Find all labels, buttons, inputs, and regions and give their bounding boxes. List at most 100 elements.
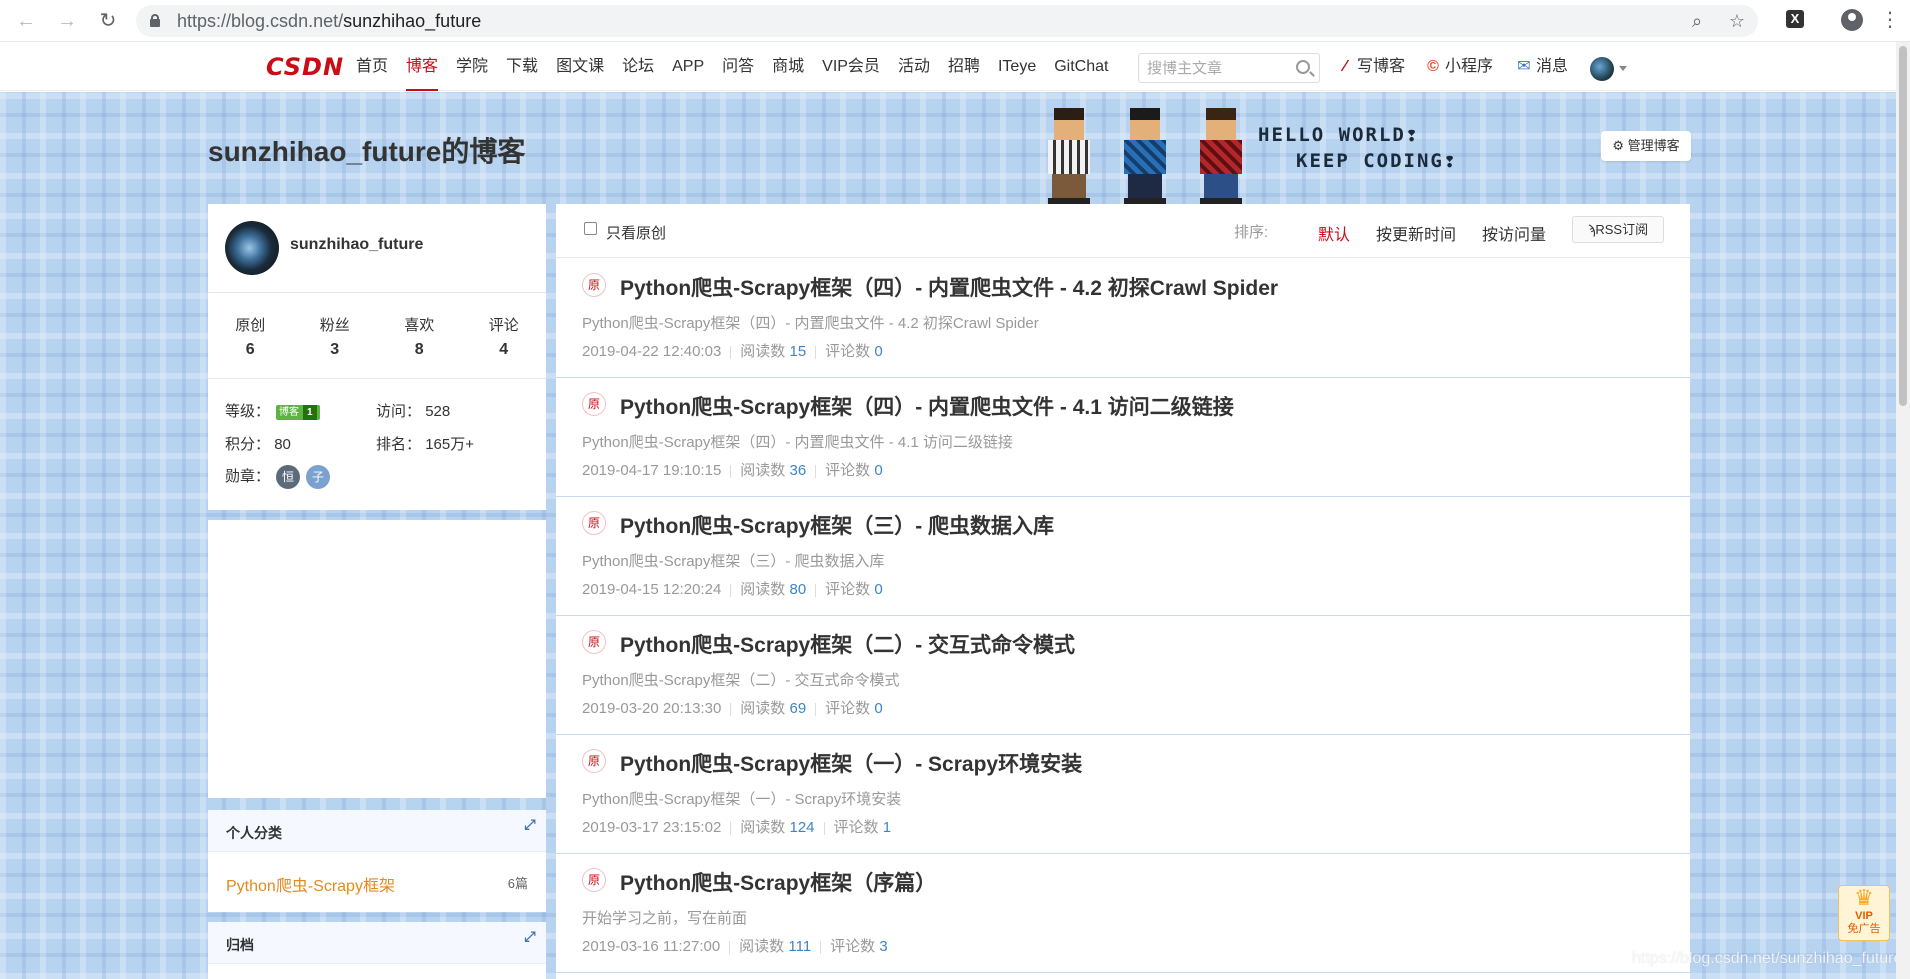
lock-icon[interactable] xyxy=(150,14,160,27)
nav-item[interactable]: 学院 xyxy=(456,43,488,91)
search-input[interactable] xyxy=(1147,58,1287,78)
extension-icon[interactable]: X xyxy=(1786,10,1804,28)
stat-label: 评论 xyxy=(488,317,519,334)
comment-count-label: 评论数 xyxy=(825,581,871,598)
blog-search[interactable] xyxy=(1138,53,1320,83)
medal-newbie-icon[interactable]: 子 xyxy=(306,465,331,490)
comment-count[interactable]: 0 xyxy=(874,343,882,360)
article-title[interactable]: Python爬虫-Scrapy框架（一）- Scrapy环境安装 xyxy=(620,748,1082,778)
stat-value[interactable]: 3 xyxy=(293,341,378,359)
sort-updated[interactable]: 按更新时间 xyxy=(1376,221,1456,245)
blog-title[interactable]: sunzhihao_future的博客 xyxy=(208,130,525,170)
article-summary[interactable]: Python爬虫-Scrapy框架（一）- Scrapy环境安装 xyxy=(582,788,901,809)
medals-row: 勋章：恒子 xyxy=(225,465,331,490)
nav-item[interactable]: 商城 xyxy=(772,43,804,91)
comment-count[interactable]: 0 xyxy=(874,581,882,598)
csdn-logo[interactable]: CSDN xyxy=(266,53,344,81)
nav-item[interactable]: 博客 xyxy=(406,43,439,91)
stat-label: 喜欢 xyxy=(404,317,435,334)
article-title[interactable]: Python爬虫-Scrapy框架（二）- 交互式命令模式 xyxy=(620,629,1075,659)
mini-program-link[interactable]: © 小程序 xyxy=(1425,43,1493,91)
article-title[interactable]: Python爬虫-Scrapy框架（三）- 爬虫数据入库 xyxy=(620,510,1054,540)
manage-blog-button[interactable]: ⚙ 管理博客 xyxy=(1601,131,1691,161)
article-summary[interactable]: Python爬虫-Scrapy框架（四）- 内置爬虫文件 - 4.2 初探Cra… xyxy=(582,312,1039,333)
reload-icon[interactable]: ↻ xyxy=(96,9,120,33)
profile-name[interactable]: sunzhihao_future xyxy=(290,236,423,254)
nav-item[interactable]: 首页 xyxy=(356,43,388,91)
archive-title: 归档 xyxy=(226,937,254,953)
zoom-icon[interactable]: ⌕ xyxy=(1686,10,1708,32)
user-avatar[interactable] xyxy=(1590,57,1614,81)
nav-item[interactable]: VIP会员 xyxy=(822,43,880,91)
chevron-down-icon[interactable] xyxy=(1619,66,1627,71)
article-summary[interactable]: 开始学习之前，写在前面 xyxy=(582,907,747,928)
star-icon[interactable]: ☆ xyxy=(1726,10,1748,32)
article-meta: 2019-03-17 23:15:02 阅读数 124 评论数 1 xyxy=(582,816,891,837)
only-original-label[interactable]: 只看原创 xyxy=(606,222,666,243)
stat-value[interactable]: 4 xyxy=(462,341,547,359)
article-date: 2019-04-17 19:10:15 xyxy=(582,462,722,479)
stat-item: 原创 6 xyxy=(208,314,293,359)
comment-count[interactable]: 0 xyxy=(874,700,882,717)
search-icon[interactable] xyxy=(1296,60,1310,74)
article-summary[interactable]: Python爬虫-Scrapy框架（三）- 爬虫数据入库 xyxy=(582,550,885,571)
archive-header: 归档 ⤢ xyxy=(208,922,546,964)
nav-item[interactable]: 活动 xyxy=(898,43,930,91)
nav-item[interactable]: 论坛 xyxy=(622,43,654,91)
article-item: 原 Python爬虫-Scrapy框架（序篇） 开始学习之前，写在前面 2019-03… xyxy=(556,854,1690,973)
address-bar[interactable]: https://blog.csdn.net/sunzhihao_future ⌕… xyxy=(136,5,1758,37)
article-date: 2019-04-22 12:40:03 xyxy=(582,343,722,360)
browser-menu-icon[interactable]: ⋮ xyxy=(1880,8,1900,32)
vip-no-ads-button[interactable]: ♛ VIP 免广告 xyxy=(1838,885,1890,941)
url-text[interactable]: https://blog.csdn.net/sunzhihao_future xyxy=(177,11,481,32)
article-meta: 2019-04-17 19:10:15 阅读数 36 评论数 0 xyxy=(582,459,883,480)
profile-stats: 原创 6 粉丝 3 喜欢 8 评论 4 xyxy=(208,314,546,359)
comment-count[interactable]: 3 xyxy=(879,938,887,955)
mini-program-icon: © xyxy=(1427,58,1439,75)
scrollbar[interactable] xyxy=(1896,42,1910,979)
original-badge: 原 xyxy=(582,868,606,892)
stat-value[interactable]: 6 xyxy=(208,341,293,359)
medal-persistence-icon[interactable]: 恒 xyxy=(276,465,301,490)
expand-icon[interactable]: ⤢ xyxy=(522,816,538,832)
article-date: 2019-03-16 11:27:00 xyxy=(582,938,721,955)
stat-value[interactable]: 8 xyxy=(377,341,462,359)
sort-views[interactable]: 按访问量 xyxy=(1482,221,1546,245)
article-meta: 2019-03-20 20:13:30 阅读数 69 评论数 0 xyxy=(582,697,883,718)
expand-icon[interactable]: ⤢ xyxy=(522,928,538,944)
category-link[interactable]: Python爬虫-Scrapy框架 xyxy=(226,872,395,896)
category-header: 个人分类 ⤢ xyxy=(208,810,546,852)
nav-item[interactable]: 问答 xyxy=(722,43,754,91)
stat-label: 原创 xyxy=(235,317,266,334)
comment-count[interactable]: 0 xyxy=(874,462,882,479)
back-icon[interactable]: ← xyxy=(14,9,38,33)
read-count-label: 阅读数 xyxy=(740,462,786,479)
sort-default[interactable]: 默认 xyxy=(1318,221,1350,245)
article-title[interactable]: Python爬虫-Scrapy框架（序篇） xyxy=(620,867,936,897)
rss-button[interactable]: ϡRSS订阅 xyxy=(1572,216,1664,243)
browser-profile-icon[interactable] xyxy=(1841,9,1863,31)
pen-icon: ∕ xyxy=(1343,58,1347,75)
forward-icon[interactable]: → xyxy=(55,9,79,33)
nav-item[interactable]: 招聘 xyxy=(948,43,980,91)
read-count: 36 xyxy=(789,462,807,479)
write-blog-link[interactable]: ∕ 写博客 xyxy=(1337,43,1405,91)
article-title[interactable]: Python爬虫-Scrapy框架（四）- 内置爬虫文件 - 4.2 初探Cra… xyxy=(620,272,1278,302)
level-badge[interactable]: 博客 1 xyxy=(276,404,320,420)
nav-item[interactable]: APP xyxy=(672,43,704,91)
messages-link[interactable]: ✉ 消息 xyxy=(1516,43,1568,91)
nav-item[interactable]: 图文课 xyxy=(556,43,604,91)
scrollbar-thumb[interactable] xyxy=(1899,46,1907,406)
comment-count-label: 评论数 xyxy=(825,462,871,479)
read-count: 80 xyxy=(789,581,807,598)
only-original-checkbox[interactable] xyxy=(584,222,597,235)
article-summary[interactable]: Python爬虫-Scrapy框架（二）- 交互式命令模式 xyxy=(582,669,900,690)
nav-item[interactable]: ITeye xyxy=(998,43,1036,91)
nav-item[interactable]: GitChat xyxy=(1054,43,1108,91)
comment-count[interactable]: 1 xyxy=(883,819,891,836)
nav-item[interactable]: 下载 xyxy=(506,43,538,91)
avatar[interactable] xyxy=(225,221,279,275)
article-date: 2019-03-17 23:15:02 xyxy=(582,819,722,836)
article-summary[interactable]: Python爬虫-Scrapy框架（四）- 内置爬虫文件 - 4.1 访问二级链… xyxy=(582,431,1013,452)
article-title[interactable]: Python爬虫-Scrapy框架（四）- 内置爬虫文件 - 4.1 访问二级链… xyxy=(620,391,1234,421)
